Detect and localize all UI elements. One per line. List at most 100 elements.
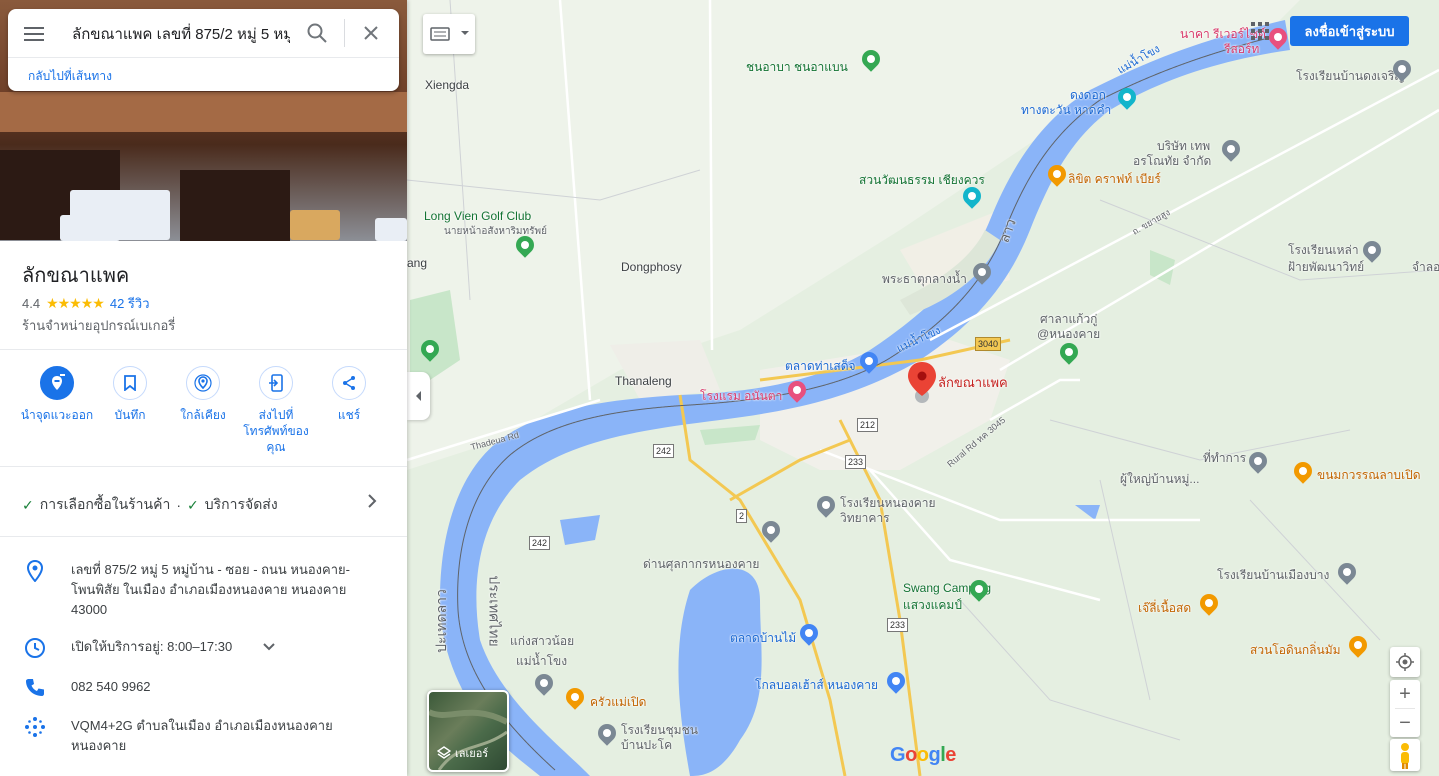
rating-stars-icon: ★★★★★ — [46, 295, 105, 311]
keyboard-icon — [430, 27, 469, 41]
pegman-icon — [1401, 743, 1409, 769]
route-shield-233: 233 — [845, 455, 867, 469]
map-label-golf-sub: นายหน้าอสังหาริมทรัพย์ — [444, 226, 547, 237]
map-label-thi-kan[interactable]: ที่ทำการ — [1203, 449, 1246, 468]
map-label-jeli[interactable]: เจ๊ลี่เนื้อสด — [1138, 599, 1191, 618]
send-to-phone-icon — [269, 374, 283, 392]
map-label-borisat-2: อรโณทัย จำกัด — [1133, 154, 1212, 168]
service-separator: · — [176, 497, 182, 513]
map-label-kanom[interactable]: ขนมกวรรณลาบเปิด — [1317, 466, 1421, 485]
share-button[interactable]: แชร์ — [312, 366, 386, 423]
reviews-link[interactable]: 42 รีวิว — [110, 293, 150, 314]
remove-stop-icon — [52, 374, 66, 390]
map-label-swang-th: แสวงแคมป์ — [903, 598, 962, 612]
rating-row: 4.4 ★★★★★ 42 รีวิว — [22, 293, 150, 314]
place-panel: กลับไปที่เส้นทาง ลักขณาแพค 4.4 ★★★★★ 42 … — [0, 0, 407, 776]
hours-text: เปิดให้บริการอยู่: 8:00–17:30 — [71, 637, 371, 657]
map-label-phrathat[interactable]: พระธาตุกลางน้ำ — [882, 270, 967, 289]
location-pin-icon — [26, 560, 44, 582]
service-delivery: บริการจัดส่ง — [204, 496, 278, 512]
hours-label: เปิดให้บริการอยู่: — [71, 639, 164, 654]
map-label-naka-2: รีสอร์ท — [1224, 42, 1260, 56]
nearby-label: ใกล้เคียง — [180, 408, 226, 422]
phone-text: 082 540 9962 — [71, 679, 151, 694]
divider — [0, 466, 407, 467]
search-divider — [344, 19, 345, 47]
route-shield-2: 2 — [736, 509, 748, 523]
save-button[interactable]: บันทึก — [93, 366, 167, 423]
menu-icon[interactable] — [24, 24, 44, 42]
map-label-kaeng[interactable]: แก่งสาวน้อย — [510, 632, 574, 651]
map-label-sangha[interactable]: ชนอาบา ชนอาแบน — [746, 58, 848, 77]
chevron-left-icon — [416, 391, 421, 401]
divider — [0, 536, 407, 537]
map-label-global-house[interactable]: โกลบอลเฮ้าส์ หนองคาย — [755, 676, 878, 695]
map-label-kaeng-2: แม่น้ำโขง — [516, 654, 568, 668]
map-label-school-nk-2: วิทยาคาร — [840, 511, 890, 525]
collapse-panel-button[interactable] — [407, 372, 430, 420]
map-label-xiengda[interactable]: Xiengda — [425, 78, 469, 92]
search-icon[interactable] — [306, 22, 328, 44]
input-tools-button[interactable] — [423, 14, 475, 54]
clock-icon — [25, 638, 45, 658]
street-view-pegman[interactable] — [1390, 739, 1420, 771]
map-label-dongphosy[interactable]: Dongphosy — [621, 260, 682, 274]
chevron-right-icon[interactable] — [364, 492, 380, 510]
close-icon[interactable] — [360, 22, 382, 44]
map-label-craft-beer[interactable]: ลิขิต คราฟท์ เบียร์ — [1068, 170, 1161, 189]
map-label-school-muang[interactable]: โรงเรียนบ้านเมืองบาง — [1217, 566, 1329, 585]
address-text: เลขที่ 875/2 หมู่ 5 หมู่บ้าน - ซอย - ถนน… — [71, 562, 350, 617]
plus-code-text: VQM4+2G ตำบลในเมือง อำเภอเมืองหนองคาย หน… — [71, 718, 333, 753]
map-label-market[interactable]: ตลาดท่าเสด็จ — [785, 357, 856, 376]
hours-value: 8:00–17:30 — [167, 639, 233, 654]
map-label-golf[interactable]: Long Vien Golf Club — [424, 209, 531, 223]
map-label-school-chumchon-2: บ้านปะโค — [621, 738, 673, 752]
map-label-suan-odin[interactable]: สวนโอดินกลิ่นมัม — [1250, 641, 1341, 660]
check-icon: ✓ — [22, 496, 34, 513]
my-location-button[interactable] — [1390, 647, 1420, 677]
rating-value: 4.4 — [22, 296, 41, 311]
map-label-thailand: ประเทศไทย — [486, 575, 503, 647]
search-box: กลับไปที่เส้นทาง — [8, 9, 399, 91]
map-label-school-dong[interactable]: โรงเรียนบ้านดงเจริญ — [1296, 67, 1405, 86]
plus-code-icon — [25, 717, 45, 737]
layers-icon — [437, 746, 451, 759]
service-in-store: การเลือกซื้อในร้านค้า — [39, 496, 171, 512]
search-input[interactable] — [70, 21, 292, 47]
save-label: บันทึก — [114, 408, 146, 422]
map-label-suan[interactable]: สวนวัฒนธรรม เชียงควร — [859, 171, 985, 190]
send-to-phone-button[interactable]: ส่งไปที่โทรศัพท์ของคุณ — [239, 366, 313, 455]
share-icon — [343, 376, 355, 390]
apps-grid-icon[interactable] — [1250, 21, 1270, 41]
action-bar: นำจุดแวะออก บันทึก ใกล้เคียง ส่งไปที่โทร… — [0, 366, 407, 460]
route-shield-212: 212 — [857, 418, 879, 432]
map-label-school-lao-2: ฝ้ายพัฒนาวิทย์ — [1288, 260, 1365, 274]
route-shield-3040: 3040 — [975, 337, 1002, 351]
map-label-lang: ang — [407, 256, 428, 270]
map-label-customs[interactable]: ด่านศุลกากรหนองคาย — [643, 555, 759, 574]
place-title: ลักขณาแพค — [22, 265, 130, 287]
nearby-button[interactable]: ใกล้เคียง — [166, 366, 240, 423]
map-label-lakkhana[interactable]: ลักขณาแพค — [938, 372, 1008, 393]
back-to-directions-link[interactable]: กลับไปที่เส้นทาง — [28, 67, 112, 86]
zoom-in-button[interactable]: + — [1390, 680, 1420, 708]
place-category[interactable]: ร้านจำหน่ายอุปกรณ์เบเกอรี่ — [22, 315, 175, 336]
map-label-krua[interactable]: ครัวแม่เปิด — [590, 693, 646, 712]
zoom-controls: + − — [1390, 680, 1420, 737]
route-shield-233-b: 233 — [887, 618, 909, 632]
zoom-out-button[interactable]: − — [1390, 709, 1420, 737]
google-logo: Google — [890, 744, 956, 766]
map-label-sala-2: @หนองคาย — [1037, 327, 1101, 341]
service-options: ✓ การเลือกซื้อในร้านค้า · ✓ บริการจัดส่ง — [22, 494, 278, 516]
chevron-down-icon[interactable] — [262, 641, 276, 653]
remove-stop-label: นำจุดแวะออก — [20, 408, 94, 422]
layers-label: เลเยอร์ — [455, 748, 489, 760]
map-label-dongdok: ดงดอก — [1070, 88, 1106, 102]
layers-toggle[interactable]: เลเยอร์ — [427, 690, 509, 772]
map-label-market-2[interactable]: ตลาดบ้านไม้ — [730, 629, 796, 648]
map-label-thanaleng[interactable]: Thanaleng — [615, 374, 672, 388]
map-label-hotel[interactable]: โรงแรม อนันตา — [700, 387, 782, 406]
map-label-thi-kan-2: ผู้ใหญ่บ้านหมู่... — [1120, 472, 1200, 486]
signin-button[interactable]: ลงชื่อเข้าสู่ระบบ — [1290, 16, 1409, 46]
remove-stop-button[interactable]: นำจุดแวะออก — [20, 366, 94, 423]
